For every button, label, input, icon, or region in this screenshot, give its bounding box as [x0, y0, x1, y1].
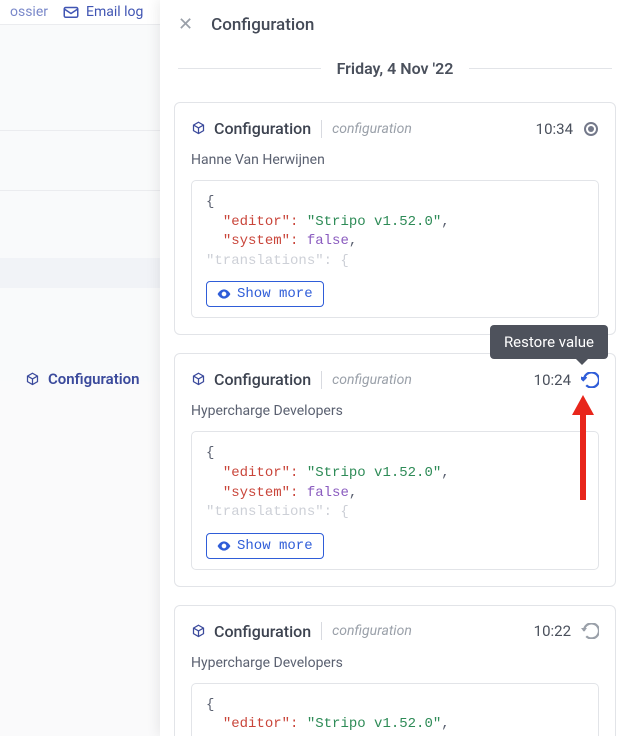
entry-title: Configuration	[214, 119, 311, 138]
eye-icon	[217, 541, 231, 551]
entry-author: Hanne Van Herwijnen	[191, 152, 599, 168]
separator	[321, 371, 322, 389]
show-more-button[interactable]: Show more	[206, 281, 324, 307]
panel-title: Configuration	[211, 15, 314, 35]
close-button[interactable]: ✕	[178, 14, 193, 35]
entry-title-group: Configuration	[191, 622, 311, 641]
bg-config-label: Configuration	[48, 370, 140, 388]
cube-icon	[191, 624, 206, 639]
history-panel: ✕ Configuration Friday, 4 Nov '22 Config…	[160, 0, 630, 736]
date-header: Friday, 4 Nov '22	[321, 59, 470, 78]
entry-header: Configuration configuration 10:34	[191, 119, 599, 138]
entry-subtitle: configuration	[332, 623, 412, 639]
annotation-arrow	[568, 395, 598, 505]
entry-time: 10:24	[534, 371, 571, 389]
date-divider: Friday, 4 Nov '22	[178, 59, 612, 78]
tooltip-text: Restore value	[504, 333, 594, 351]
entry-author: Hypercharge Developers	[191, 655, 599, 671]
history-entry: Configuration configuration 10:24 Hyperc…	[174, 353, 616, 586]
show-more-button[interactable]: Show more	[206, 533, 324, 559]
tooltip-restore-value: Restore value	[490, 325, 608, 359]
panel-header: ✕ Configuration	[160, 0, 630, 59]
background-top-strip: ossier Email log	[0, 0, 160, 24]
entry-time: 10:34	[536, 120, 573, 138]
cube-icon	[25, 372, 40, 387]
cube-icon	[191, 121, 206, 136]
entry-header: Configuration configuration 10:22	[191, 622, 599, 641]
code-preview: { "editor": "Stripo v1.52.0", "system": …	[191, 180, 599, 318]
undo-icon	[581, 623, 599, 639]
history-entry: Configuration configuration 10:22 Hyperc…	[174, 605, 616, 736]
current-version-indicator	[583, 121, 599, 137]
entry-title-group: Configuration	[191, 370, 311, 389]
entry-time: 10:22	[534, 622, 571, 640]
code-preview: { "editor": "Stripo v1.52.0", "system": …	[191, 683, 599, 736]
undo-icon	[581, 372, 599, 388]
history-entry: Configuration configuration 10:34 Hanne …	[174, 102, 616, 335]
bg-configuration-nav: Configuration	[25, 370, 140, 388]
background-sidebar	[0, 0, 160, 736]
code-preview: { "editor": "Stripo v1.52.0", "system": …	[191, 431, 599, 569]
entry-title: Configuration	[214, 370, 311, 389]
entry-title: Configuration	[214, 622, 311, 641]
show-more-label: Show more	[237, 286, 313, 302]
eye-icon	[217, 289, 231, 299]
entry-subtitle: configuration	[332, 121, 412, 137]
entry-header: Configuration configuration 10:24	[191, 370, 599, 389]
restore-button[interactable]	[581, 623, 599, 639]
entry-subtitle: configuration	[332, 372, 412, 388]
bg-text-ossier: ossier	[10, 4, 48, 20]
cube-icon	[191, 372, 206, 387]
envelope-icon	[62, 3, 80, 21]
separator	[321, 120, 322, 138]
entry-title-group: Configuration	[191, 119, 311, 138]
separator	[321, 622, 322, 640]
entry-author: Hypercharge Developers	[191, 403, 599, 419]
bg-email-log: Email log	[86, 4, 143, 20]
show-more-label: Show more	[237, 538, 313, 554]
restore-button[interactable]	[581, 372, 599, 388]
